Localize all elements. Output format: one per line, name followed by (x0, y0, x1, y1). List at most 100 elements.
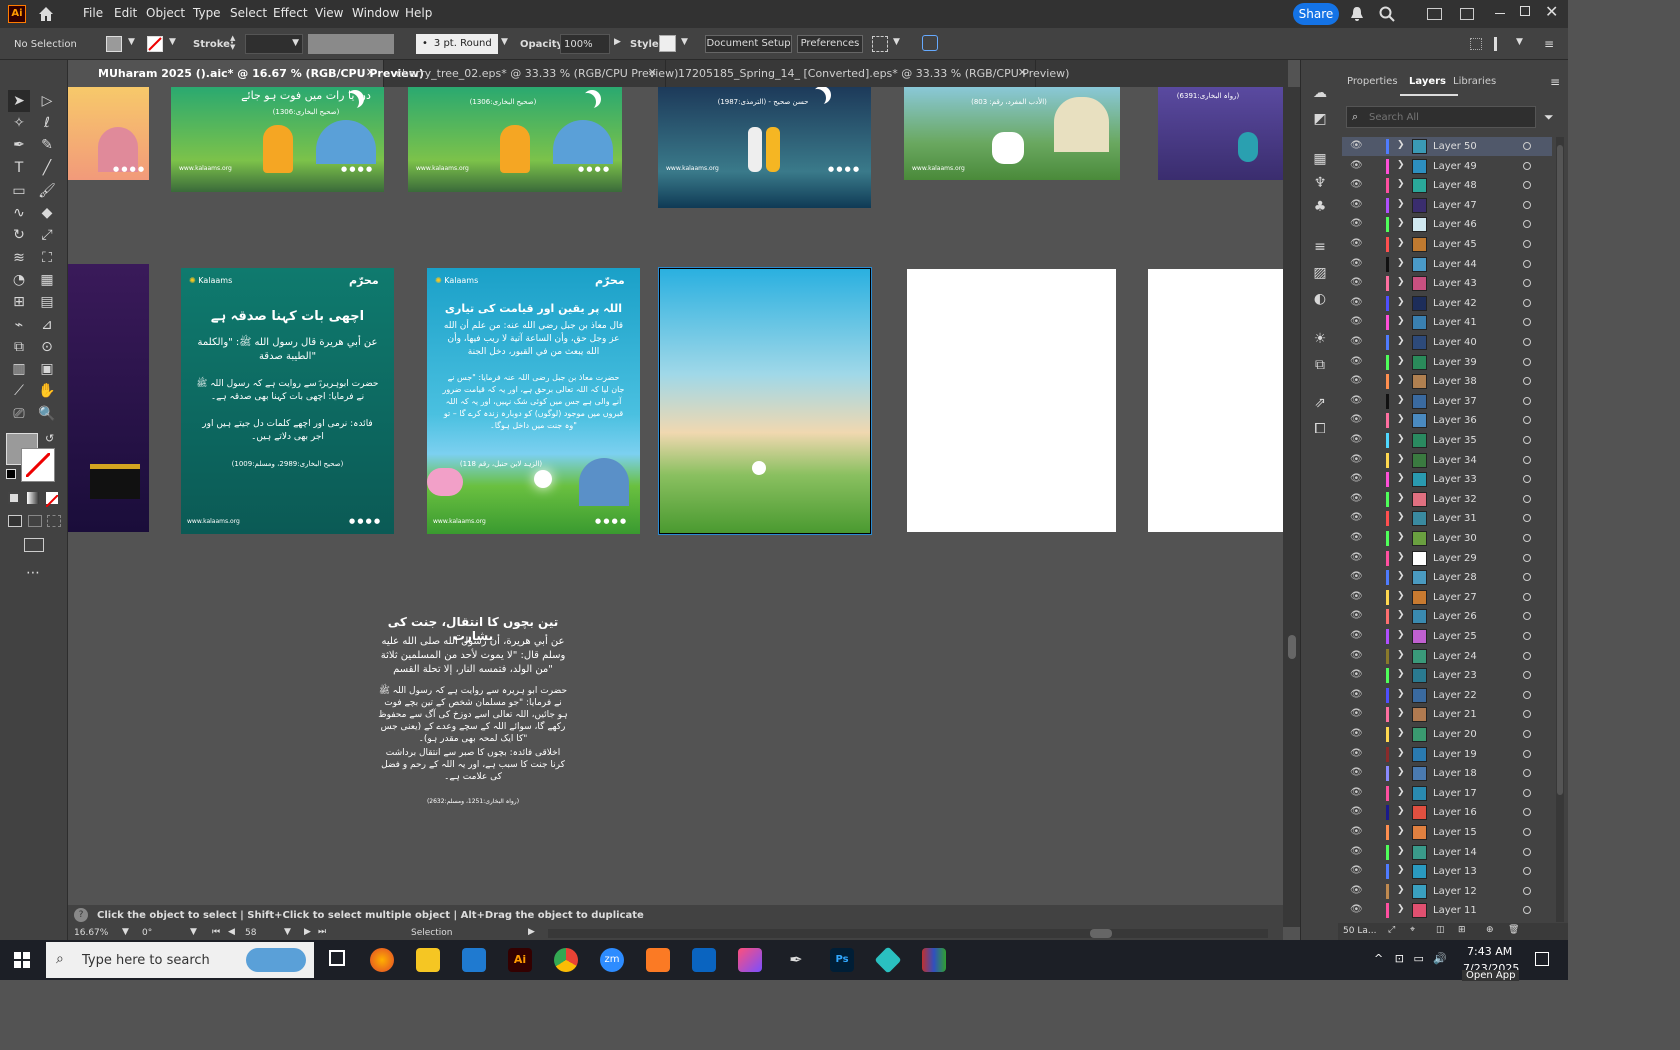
mesh-tool-icon[interactable]: ⊞ (8, 291, 30, 313)
layer-row[interactable]: 👁 ❯ Layer 32 (1342, 490, 1552, 509)
blend-tool-icon[interactable]: ⧉ (8, 336, 30, 358)
warp-tool-icon[interactable]: ≋ (8, 247, 30, 269)
target-circle-icon[interactable] (1523, 847, 1531, 856)
layer-row[interactable]: 👁 ❯ Layer 22 (1342, 686, 1552, 705)
chevron-down-icon[interactable]: ▼ (122, 927, 129, 937)
workspace-icon[interactable] (1460, 8, 1474, 20)
menu-object[interactable]: Object (146, 6, 185, 20)
layer-row[interactable]: 👁 ❯ Layer 47 (1342, 196, 1552, 215)
target-circle-icon[interactable] (1523, 534, 1531, 542)
layers-search-input[interactable] (1369, 109, 1529, 125)
new-layer-icon[interactable]: ⊕ (1486, 925, 1494, 935)
layer-name[interactable]: Layer 38 (1433, 376, 1477, 387)
layer-row[interactable]: 👁 ❯ Layer 29 (1342, 549, 1552, 568)
menu-effect[interactable]: Effect (273, 6, 308, 20)
target-circle-icon[interactable] (1523, 416, 1531, 425)
target-circle-icon[interactable] (1523, 612, 1531, 621)
visibility-eye-icon[interactable]: 👁 (1350, 552, 1363, 563)
layer-name[interactable]: Layer 32 (1433, 494, 1477, 505)
layer-name[interactable]: Layer 21 (1433, 709, 1477, 720)
last-artboard-icon[interactable]: ⏭ (318, 927, 326, 937)
filter-icon[interactable]: ⏷ (1544, 110, 1554, 125)
target-circle-icon[interactable] (1523, 338, 1531, 346)
notification-icon[interactable] (1535, 952, 1549, 966)
outlook-icon[interactable] (692, 948, 716, 972)
layer-row[interactable]: 👁 ❯ Layer 16 (1342, 803, 1552, 822)
visibility-eye-icon[interactable]: 👁 (1350, 297, 1363, 308)
layer-row[interactable]: 👁 ❯ Layer 39 (1342, 353, 1552, 372)
target-circle-icon[interactable] (1523, 514, 1531, 523)
new-sublayer-icon[interactable]: ⊞ (1458, 925, 1466, 935)
layer-name[interactable]: Layer 46 (1433, 219, 1477, 230)
default-colors-icon[interactable] (6, 469, 16, 479)
close-icon[interactable]: ✕ (1545, 2, 1558, 21)
chevron-right-icon[interactable]: ❯ (1397, 454, 1405, 464)
visibility-eye-icon[interactable]: 👁 (1350, 610, 1363, 621)
zoom-icon[interactable]: zm (600, 948, 624, 972)
screen-mode-icon[interactable] (24, 538, 44, 552)
rotation-field[interactable]: 0° (142, 928, 152, 938)
layer-row[interactable]: 👁 ❯ Layer 21 (1342, 705, 1552, 724)
layer-row[interactable]: 👁 ❯ Layer 37 (1342, 392, 1552, 411)
layer-row[interactable]: 👁 ❯ Layer 12 (1342, 882, 1552, 901)
layer-name[interactable]: Layer 24 (1433, 651, 1477, 662)
target-circle-icon[interactable] (1523, 494, 1531, 503)
visibility-eye-icon[interactable]: 👁 (1350, 689, 1363, 700)
trash-icon[interactable]: 🗑 (1508, 925, 1519, 935)
layer-row[interactable]: 👁 ❯ Layer 43 (1342, 274, 1552, 293)
scale-tool-icon[interactable]: ⤢ (36, 224, 58, 246)
chevron-down-icon[interactable]: ▼ (1516, 37, 1523, 47)
chevron-right-icon[interactable]: ❯ (1397, 375, 1405, 385)
gradient-panel-icon[interactable]: ▨ (1309, 262, 1331, 284)
chevron-right-icon[interactable]: ❯ (1397, 865, 1405, 875)
artboard-faith-qiyamah[interactable]: ✺ Kalaams محرّم اللہ پر یقین اور قیامت ک… (427, 268, 640, 534)
close-icon[interactable]: ✕ (366, 66, 375, 79)
visibility-eye-icon[interactable]: 👁 (1350, 356, 1363, 367)
xampp-icon[interactable] (646, 948, 670, 972)
target-circle-icon[interactable] (1523, 769, 1531, 778)
layer-row[interactable]: 👁 ❯ Layer 24 (1342, 647, 1552, 666)
visibility-eye-icon[interactable]: 👁 (1350, 787, 1363, 798)
close-icon[interactable]: ✕ (1018, 66, 1027, 79)
layer-name[interactable]: Layer 36 (1433, 415, 1477, 426)
layer-row[interactable]: 👁 ❯ Layer 27 (1342, 588, 1552, 607)
layer-row[interactable]: 👁 ❯ Layer 15 (1342, 823, 1552, 842)
chevron-right-icon[interactable]: ❯ (1397, 885, 1405, 895)
target-circle-icon[interactable] (1523, 553, 1531, 562)
layer-row[interactable]: 👁 ❯ Layer 20 (1342, 725, 1552, 744)
visibility-eye-icon[interactable]: 👁 (1350, 277, 1363, 288)
visibility-eye-icon[interactable]: 👁 (1350, 218, 1363, 229)
visibility-eye-icon[interactable]: 👁 (1350, 806, 1363, 817)
recolor-icon[interactable] (922, 35, 938, 51)
target-circle-icon[interactable] (1523, 867, 1531, 876)
layer-row[interactable]: 👁 ❯ Layer 19 (1342, 745, 1552, 764)
layer-row[interactable]: 👁 ❯ Layer 50 (1342, 137, 1552, 156)
arrange-documents-icon[interactable] (1427, 8, 1442, 20)
layer-row[interactable]: 👁 ❯ Layer 33 (1342, 470, 1552, 489)
collect-export-icon[interactable]: ⤢ (1388, 925, 1395, 935)
target-circle-icon[interactable] (1523, 749, 1531, 758)
canvas-vertical-scrollbar[interactable] (1283, 87, 1300, 927)
brush-definition[interactable]: • 3 pt. Round (416, 34, 498, 54)
free-text-note[interactable]: اخلاقی فائدہ: بچوں کا صبر سے انتقال بردا… (378, 747, 568, 783)
chevron-down-icon[interactable]: ▼ (681, 37, 688, 47)
layer-name[interactable]: Layer 31 (1433, 513, 1477, 524)
free-text-urdu[interactable]: حضرت ابو ہریرہ سے روایت ہے کہ رسول اللہ … (378, 685, 568, 745)
panel-menu-icon[interactable]: ≡ (1550, 75, 1560, 89)
layer-row[interactable]: 👁 ❯ Layer 49 (1342, 157, 1552, 176)
swatches-icon[interactable]: ▦ (1309, 148, 1331, 170)
illustrator-taskbar-icon[interactable]: Ai (508, 948, 532, 972)
artboard-top-2[interactable]: دن یا رات میں فوت ہو جائے (صحیح البخاری:… (171, 87, 384, 192)
chevron-right-icon[interactable]: ❯ (1397, 395, 1405, 405)
layer-name[interactable]: Layer 12 (1433, 886, 1477, 897)
transparency-icon[interactable]: ◐ (1309, 288, 1331, 310)
chevron-right-icon[interactable]: ❯ (1397, 767, 1405, 777)
windows-start-icon[interactable] (14, 952, 30, 968)
creative-cloud-icon[interactable] (738, 948, 762, 972)
first-artboard-icon[interactable]: ⏮ (212, 927, 220, 937)
preferences-button[interactable]: Preferences (797, 35, 863, 53)
chevron-right-icon[interactable]: ❯ (1397, 532, 1405, 542)
visibility-eye-icon[interactable]: 👁 (1350, 199, 1363, 210)
chevron-down-icon[interactable]: ▼ (284, 927, 291, 937)
chevron-right-icon[interactable]: ❯ (1397, 610, 1405, 620)
